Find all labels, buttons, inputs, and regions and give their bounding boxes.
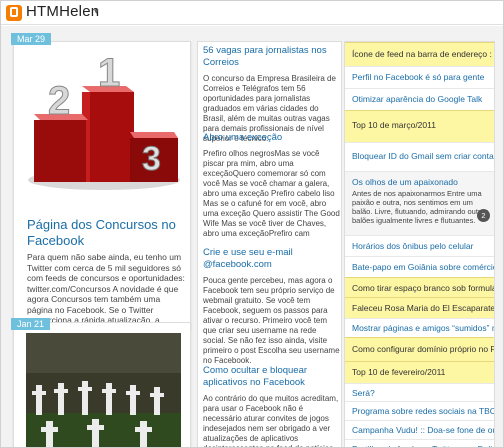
post-snippet: Para quem não sabe ainda, eu tenho um Tw… [27,252,185,328]
post-title[interactable]: Como ocultar e bloquear aplicativos no F… [203,365,341,389]
dynamic-view-content: 2 1 3 Página dos Concursos no Facebook P… [1,26,503,447]
list-item[interactable]: Ícone de feed na barra de endereço : Fir… [345,42,494,66]
list-item[interactable]: Otimizar aparência do Google Talk [345,88,494,110]
list-item[interactable]: Crie e use seu e-mail @facebook.com Pouc… [203,247,341,366]
list-item[interactable]: Como ocultar e bloquear aplicativos no F… [203,365,341,447]
list-item[interactable]: Bloquear ID do Gmail sem criar conta [345,142,494,171]
chevron-down-icon[interactable]: ▾ [94,6,99,17]
blog-title[interactable]: HTMHelen [26,3,99,20]
blogger-logo-icon[interactable] [6,5,22,21]
post-thumbnail[interactable]: 2 1 3 [26,52,181,192]
list-item[interactable]: Horários dos ônibus pelo celular [345,235,494,256]
svg-text:1: 1 [98,52,120,95]
list-item[interactable]: Será? [345,383,494,401]
post-title[interactable]: Os olhos de um apaixonado [352,177,490,187]
post-title[interactable]: 56 vagas para jornalistas nos Correios [203,45,341,69]
list-item[interactable]: Abro uma exceção Prefiro olhos negrosMas… [203,132,341,239]
svg-text:3: 3 [142,140,161,178]
list-item[interactable]: Programa sobre redes sociais na TBC [345,401,494,420]
list-item[interactable]: Campanha Vudu! :: Doa-se fone de ouvido [345,420,494,439]
list-item[interactable]: Top 10 de março/2011 [345,110,494,142]
post-title[interactable]: Crie e use seu e-mail @facebook.com [203,247,341,271]
post-card[interactable]: 2 1 3 Página dos Concursos no Facebook P… [13,41,191,329]
expanded-list-item[interactable]: Os olhos de um apaixonado Antes de nos a… [345,171,494,235]
post-snippet: Ao contrário do que muitos acreditam, pa… [203,394,339,447]
list-item[interactable]: Top 10 de fevereiro/2011 [345,361,494,383]
svg-text:2: 2 [48,79,70,123]
post-thumbnail[interactable] [26,333,181,447]
list-item[interactable]: Faleceu Rosa Maria do El Escaparate [345,297,494,318]
cemetery-image [26,333,181,447]
badge-count[interactable]: 2 [477,209,490,222]
list-item[interactable]: Perfil no Facebook é só para gente [345,66,494,88]
post-snippet: Prefiro olhos negrosMas se você piscar p… [203,149,340,238]
post-title[interactable]: Página dos Concursos no Facebook [27,217,187,249]
post-title[interactable]: Abro uma exceção [203,132,341,144]
list-item[interactable]: Como tirar espaço branco sob formulário … [345,277,494,297]
blog-header: HTMHelen ▾ [1,1,503,25]
list-item[interactable]: Mostrar páginas e amigos “sumidos” no no [345,318,494,337]
post-snippet: Pouca gente percebeu, mas agora o Facebo… [203,276,340,365]
post-card[interactable] [13,322,191,447]
browser-frame: HTMHelen ▾ 2 1 3 Página dos Concursos no… [0,0,504,448]
date-tab: Jan 21 [11,318,51,330]
sidebar-post-list: Ícone de feed na barra de endereço : Fir… [344,41,495,447]
list-item[interactable]: Bate-papo em Goiânia sobre comércio elet [345,256,494,277]
list-item[interactable]: Como configurar domínio próprio no Poste… [345,337,494,361]
post-snippet: Antes de nos apaixonarmos Entre uma paix… [352,189,489,225]
date-tab: Mar 29 [11,33,52,45]
list-item[interactable]: Partilhando feeds no Twitter.com Deliver… [345,439,494,447]
list-item[interactable]: 56 vagas para jornalistas nos Correios O… [203,45,341,144]
podium-image: 2 1 3 [26,52,181,192]
post-list-column: 56 vagas para jornalistas nos Correios O… [197,41,342,447]
